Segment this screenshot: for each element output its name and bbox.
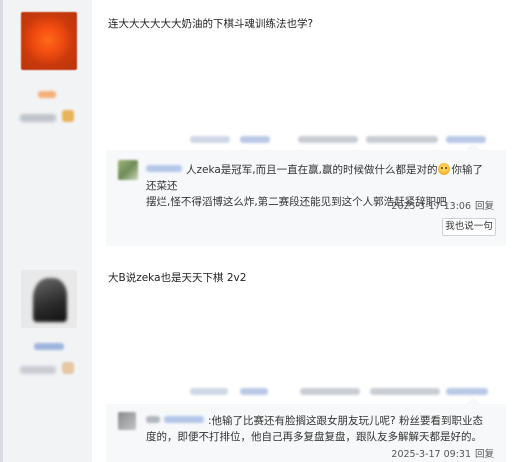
subreply-avatar[interactable]: [118, 412, 136, 430]
surprised-face-emoji-icon: [438, 163, 451, 175]
post-1: 连大大大大大大奶油的下棋斗魂训练法也学? 人zeka是冠军,而且一直在赢,赢的时…: [0, 0, 512, 258]
subreply-box-arrow: [466, 397, 480, 404]
avatar[interactable]: [21, 270, 77, 328]
level-badge-icon: [62, 362, 74, 374]
subreply-meta: 2025-3-17 09:31 回复: [391, 446, 494, 460]
subreply-text-part1: 人zeka是冠军,而且一直在赢,赢的时候做什么都是对的: [186, 164, 438, 176]
subreply-author[interactable]: [146, 416, 160, 423]
sidebar-edge: [0, 0, 3, 258]
author-sidebar: [0, 258, 92, 462]
subreply-date: 2025-3-17 09:31: [391, 449, 471, 460]
subreply-reply-link[interactable]: 回复: [475, 201, 494, 212]
avatar[interactable]: [21, 12, 77, 70]
post-meta: [0, 136, 512, 144]
author-name[interactable]: [34, 343, 64, 350]
subreply-box-arrow: [466, 143, 480, 150]
subreply-author[interactable]: [146, 165, 182, 172]
subreply-text-line1: :他输了比赛还有脸搁这跟女朋友玩儿呢? 粉丝要看到职业态: [208, 415, 483, 427]
subreply-box: :他输了比赛还有脸搁这跟女朋友玩儿呢? 粉丝要看到职业态 度的，即便不打排位，他…: [106, 397, 506, 462]
subreply-date: 2025-3-17 13:06: [391, 201, 471, 212]
post-meta: [0, 388, 512, 396]
author-level: [20, 366, 56, 374]
sidebar-edge: [0, 258, 3, 462]
add-reply-button[interactable]: 我也说一句: [442, 218, 496, 236]
subreply-box: 人zeka是冠军,而且一直在赢,赢的时候做什么都是对的 你输了还菜还 摆烂,怪不得…: [106, 143, 506, 246]
subreply-text: :他输了比赛还有脸搁这跟女朋友玩儿呢? 粉丝要看到职业态 度的，即便不打排位，他…: [146, 413, 490, 445]
subreply-text-line2: 度的，即便不打排位，他自己再多复盘复盘，跟队友多解解天都是好的。: [146, 431, 482, 443]
post-content: 连大大大大大大奶油的下棋斗魂训练法也学?: [108, 18, 314, 30]
author-name[interactable]: [38, 91, 56, 98]
subreply-reply-link[interactable]: 回复: [475, 449, 494, 460]
level-badge-icon: [62, 110, 74, 122]
author-sidebar: [0, 0, 92, 258]
author-level: [20, 114, 56, 122]
subreply-avatar[interactable]: [118, 160, 138, 180]
subreply-meta: 2025-3-17 13:06 回复: [391, 198, 494, 212]
post-content: 大B说zeka也是天天下棋 2v2: [108, 272, 247, 284]
post-2: 大B说zeka也是天天下棋 2v2 :他输了比赛还有脸搁这跟女朋友玩儿呢? 粉丝…: [0, 258, 512, 462]
subreply-author-2[interactable]: [164, 416, 204, 423]
